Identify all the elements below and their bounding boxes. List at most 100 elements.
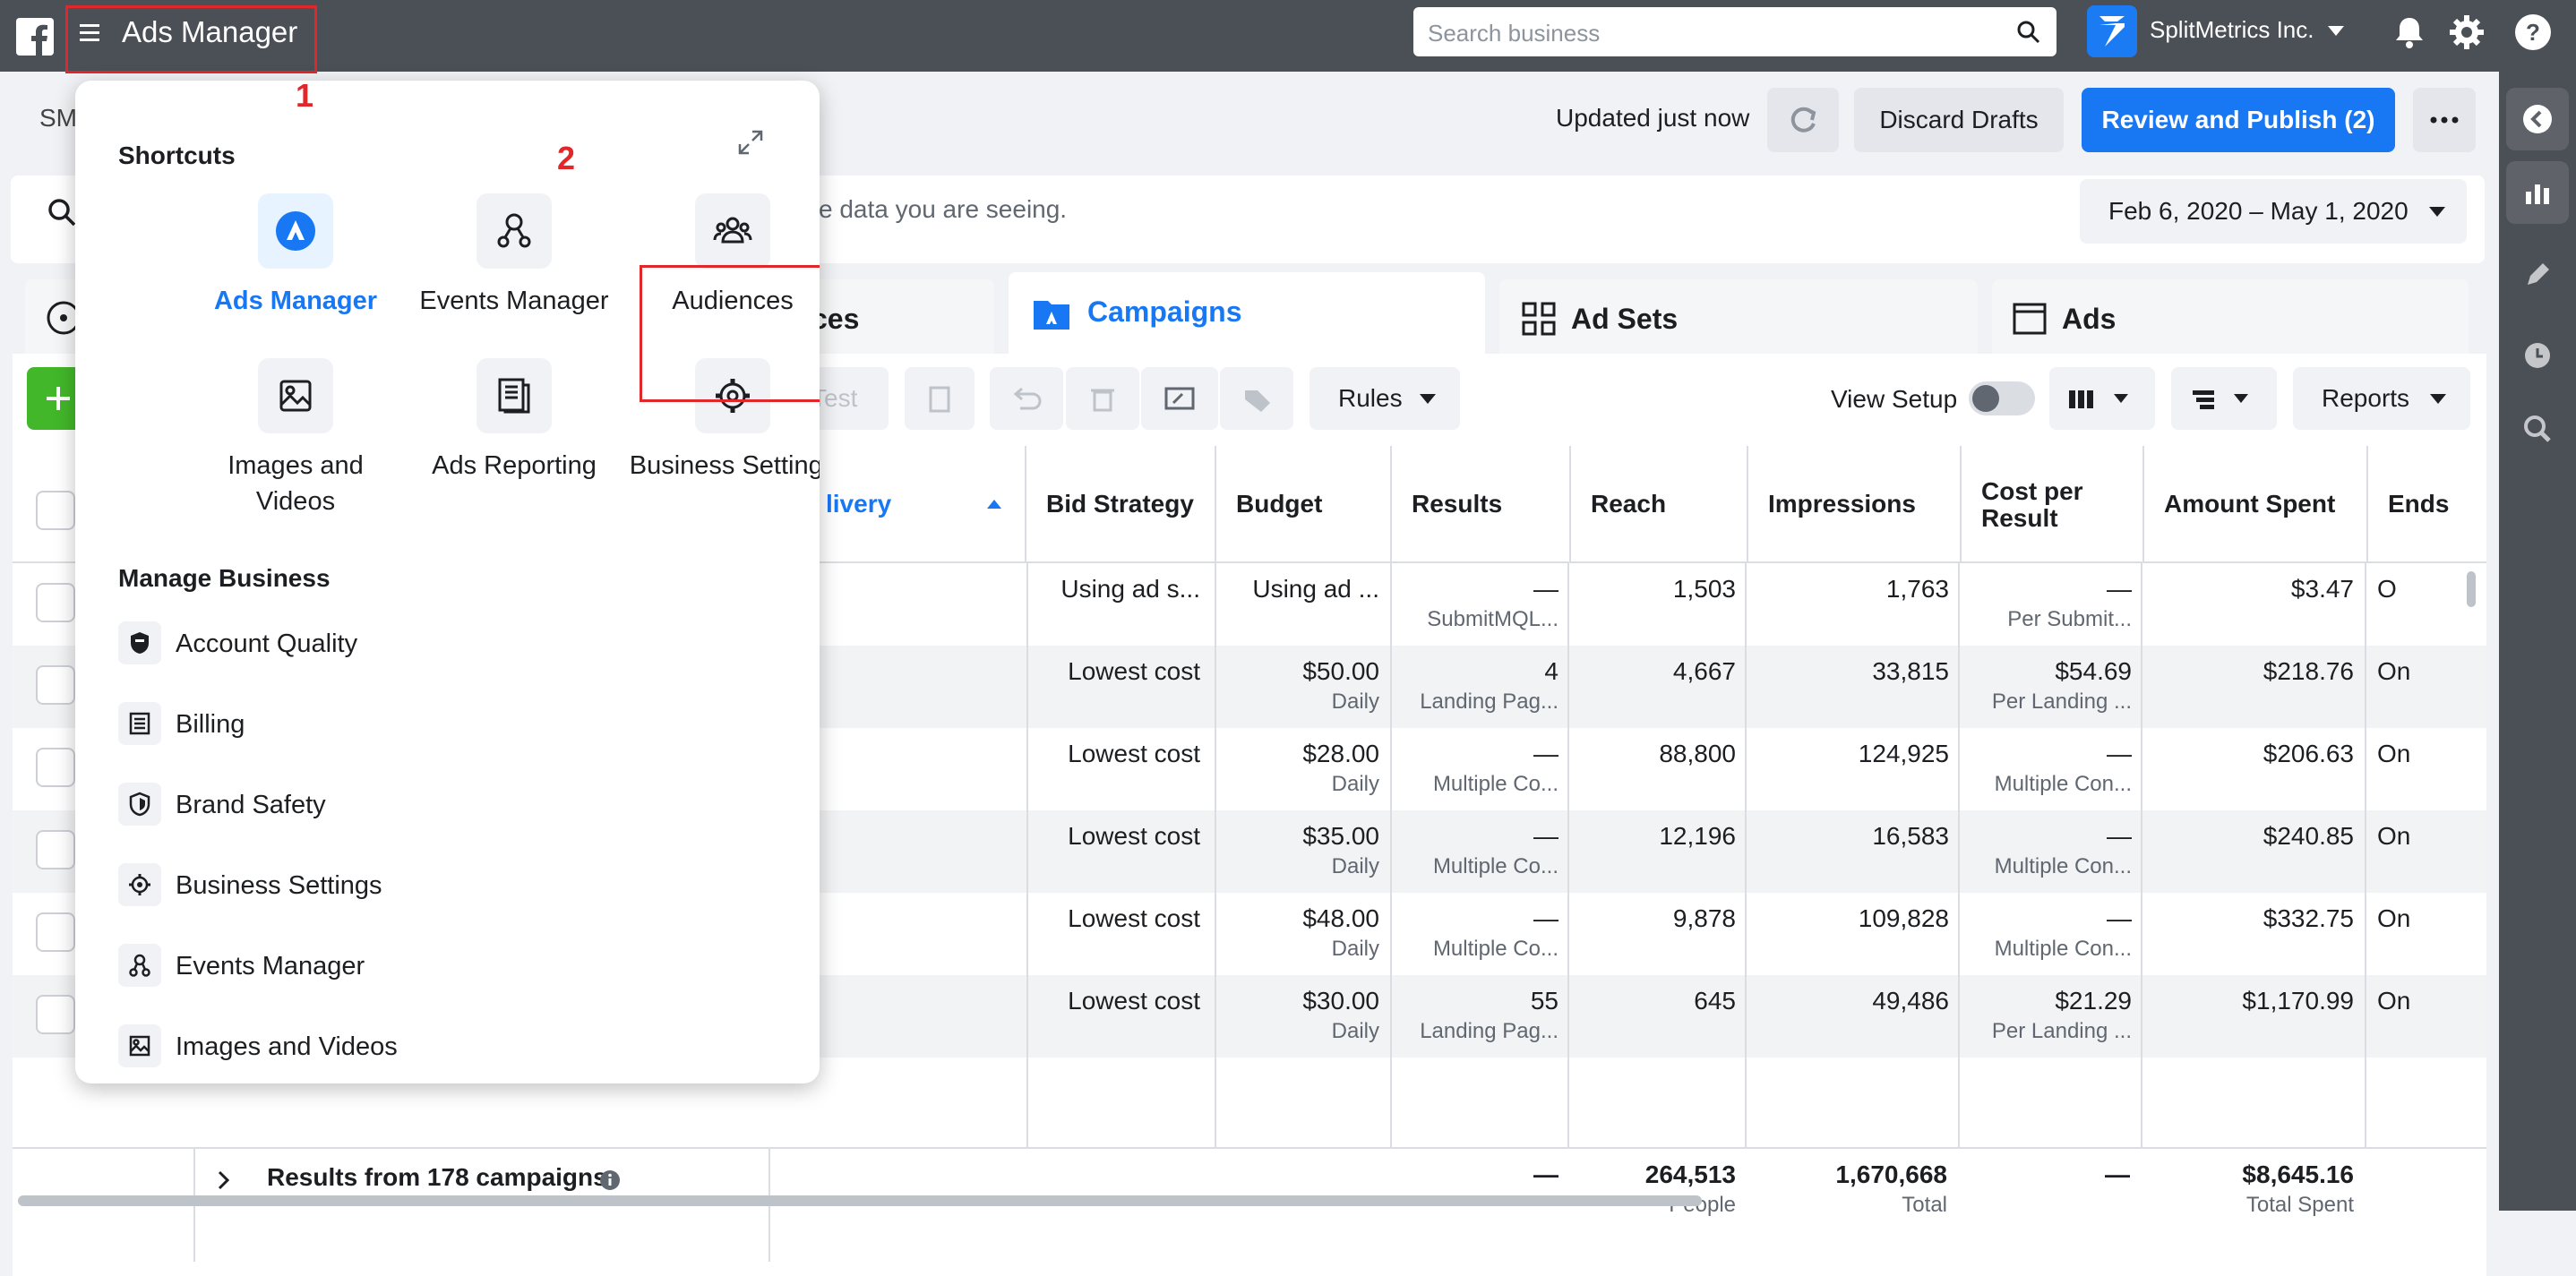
collapse-icon[interactable] <box>2506 88 2569 150</box>
view-setup-toggle[interactable] <box>1969 381 2035 415</box>
select-all-checkbox[interactable] <box>36 491 75 530</box>
refresh-button[interactable] <box>1767 88 1839 152</box>
column-header-cost-per-result[interactable]: Cost per Result <box>1962 446 2144 563</box>
row-checkbox[interactable] <box>36 912 75 952</box>
column-header-reach[interactable]: Reach <box>1571 446 1748 563</box>
budget-cell: Using ad ... <box>1252 575 1379 603</box>
row-checkbox[interactable] <box>36 830 75 869</box>
menu-item-events-manager[interactable]: Events Manager <box>118 940 745 992</box>
column-header-ends[interactable]: Ends <box>2368 446 2486 563</box>
ads-manager-icon <box>258 193 333 269</box>
delete-icon[interactable] <box>1066 367 1139 430</box>
search-icon[interactable] <box>2015 19 2042 46</box>
column-header-amount-spent[interactable]: Amount Spent <box>2144 446 2368 563</box>
chart-icon[interactable] <box>2506 161 2569 224</box>
undo-icon[interactable] <box>990 367 1063 430</box>
summary-amount-spent: $8,645.16 Total Spent <box>2242 1160 2354 1217</box>
gear-icon[interactable] <box>2447 13 2486 52</box>
horizontal-scrollbar[interactable] <box>18 1195 1702 1206</box>
row-checkbox[interactable] <box>36 665 75 705</box>
more-options-button[interactable] <box>2413 88 2476 152</box>
export-icon[interactable] <box>1141 367 1218 430</box>
results-cell: — Multiple Co... <box>1432 904 1558 961</box>
menu-item-images-and-videos[interactable]: Images and Videos <box>118 1021 745 1073</box>
tab-campaigns[interactable]: Campaigns <box>1009 272 1485 355</box>
top-bar: Ads Manager Search business SplitMetrics… <box>0 0 2576 73</box>
breakdown-button[interactable] <box>2171 367 2277 430</box>
row-checkbox[interactable] <box>36 748 75 787</box>
images-and-videos-icon <box>118 1024 161 1067</box>
paste-icon[interactable] <box>905 367 975 430</box>
budget-cell: $35.00 Daily <box>1302 822 1379 878</box>
impressions-cell: 33,815 <box>1872 657 1949 685</box>
shortcut-label: Ads Reporting <box>432 451 597 480</box>
summary-results: — <box>1533 1160 1558 1188</box>
facebook-logo[interactable] <box>16 18 54 56</box>
manage-business-heading: Manage Business <box>118 564 331 592</box>
edit-pencil-icon[interactable] <box>2506 244 2569 306</box>
notifications-bell-icon[interactable] <box>2390 13 2429 52</box>
search-placeholder: Search business <box>1428 20 1601 47</box>
tab-ad-sets[interactable]: Ad Sets <box>1499 279 1978 355</box>
shortcut-images-and-videos[interactable]: Images and Videos <box>188 358 403 519</box>
tag-icon[interactable] <box>1220 367 1293 430</box>
column-header-budget[interactable]: Budget <box>1216 446 1392 563</box>
amount-spent-cell: $332.75 <box>2263 904 2354 932</box>
inspect-search-icon[interactable] <box>2506 398 2569 460</box>
chevron-right-icon[interactable] <box>213 1167 235 1194</box>
search-business-input[interactable]: Search business <box>1413 7 2057 56</box>
rules-label: Rules <box>1338 384 1403 412</box>
results-summary-label: Results from 178 campaigns <box>267 1163 607 1191</box>
columns-button[interactable] <box>2049 367 2155 430</box>
chevron-down-icon <box>2429 207 2445 217</box>
discard-drafts-button[interactable]: Discard Drafts <box>1854 88 2064 152</box>
review-and-publish-button[interactable]: Review and Publish (2) <box>2082 88 2395 152</box>
shortcut-ads-reporting[interactable]: Ads Reporting <box>407 358 622 484</box>
cost-per-result-cell: — Multiple Con... <box>1994 822 2132 878</box>
budget-cell: $48.00 Daily <box>1302 904 1379 961</box>
clock-icon[interactable] <box>2506 324 2569 387</box>
help-icon[interactable]: ? <box>2513 13 2553 52</box>
menu-item-billing[interactable]: Billing <box>118 698 745 750</box>
shortcut-label: Events Manager <box>419 287 609 315</box>
column-header-bid-strategy[interactable]: Bid Strategy <box>1026 446 1216 563</box>
column-header-delivery[interactable]: livery <box>806 446 1026 563</box>
business-name[interactable]: SplitMetrics Inc. <box>2150 16 2314 44</box>
row-checkbox[interactable] <box>36 583 75 622</box>
cost-per-result-cell: — Multiple Con... <box>1994 904 2132 961</box>
impressions-cell: 1,763 <box>1885 575 1949 603</box>
impressions-cell: 16,583 <box>1872 822 1949 850</box>
impressions-cell: 124,925 <box>1858 740 1949 767</box>
updated-status: Updated just now <box>1556 104 1750 132</box>
tab-ad-sets-label: Ad Sets <box>1571 303 1679 335</box>
expand-icon[interactable] <box>737 129 764 156</box>
cost-per-result-cell: $54.69 Per Landing ... <box>1991 657 2132 714</box>
bid-strategy-cell: Using ad s... <box>1060 575 1200 603</box>
menu-item-brand-safety[interactable]: Brand Safety <box>118 779 745 831</box>
info-icon[interactable] <box>598 1169 622 1192</box>
date-range-selector[interactable]: Feb 6, 2020 – May 1, 2020 <box>2080 179 2467 244</box>
rules-button[interactable]: Rules <box>1309 367 1460 430</box>
ends-cell: On <box>2377 904 2411 932</box>
filter-search-icon[interactable] <box>47 197 79 229</box>
tab-ads[interactable]: Ads <box>1992 279 2469 355</box>
column-header-results[interactable]: Results <box>1392 446 1571 563</box>
menu-item-account-quality[interactable]: Account Quality <box>118 618 745 670</box>
reports-button[interactable]: Reports <box>2293 367 2470 430</box>
audiences-highlight-box <box>640 265 820 402</box>
shortcut-ads-manager[interactable]: Ads Manager <box>188 193 403 319</box>
hamburger-menu-icon[interactable] <box>77 20 104 47</box>
column-header-impressions[interactable]: Impressions <box>1748 446 1962 563</box>
right-side-rail <box>2499 72 2576 1211</box>
app-title[interactable]: Ads Manager <box>122 15 297 49</box>
menu-item-business-settings[interactable]: Business Settings <box>118 860 745 912</box>
impressions-cell: 109,828 <box>1858 904 1949 932</box>
shortcut-events-manager[interactable]: Events Manager <box>407 193 622 319</box>
filter-hint-text: e data you are seeing. <box>819 195 1068 223</box>
chevron-down-icon <box>1420 394 1436 404</box>
row-checkbox[interactable] <box>36 995 75 1034</box>
chevron-down-icon[interactable] <box>2325 21 2347 39</box>
bid-strategy-cell: Lowest cost <box>1068 987 1200 1015</box>
business-logo[interactable] <box>2087 5 2137 57</box>
vertical-scrollbar[interactable] <box>2467 571 2476 607</box>
